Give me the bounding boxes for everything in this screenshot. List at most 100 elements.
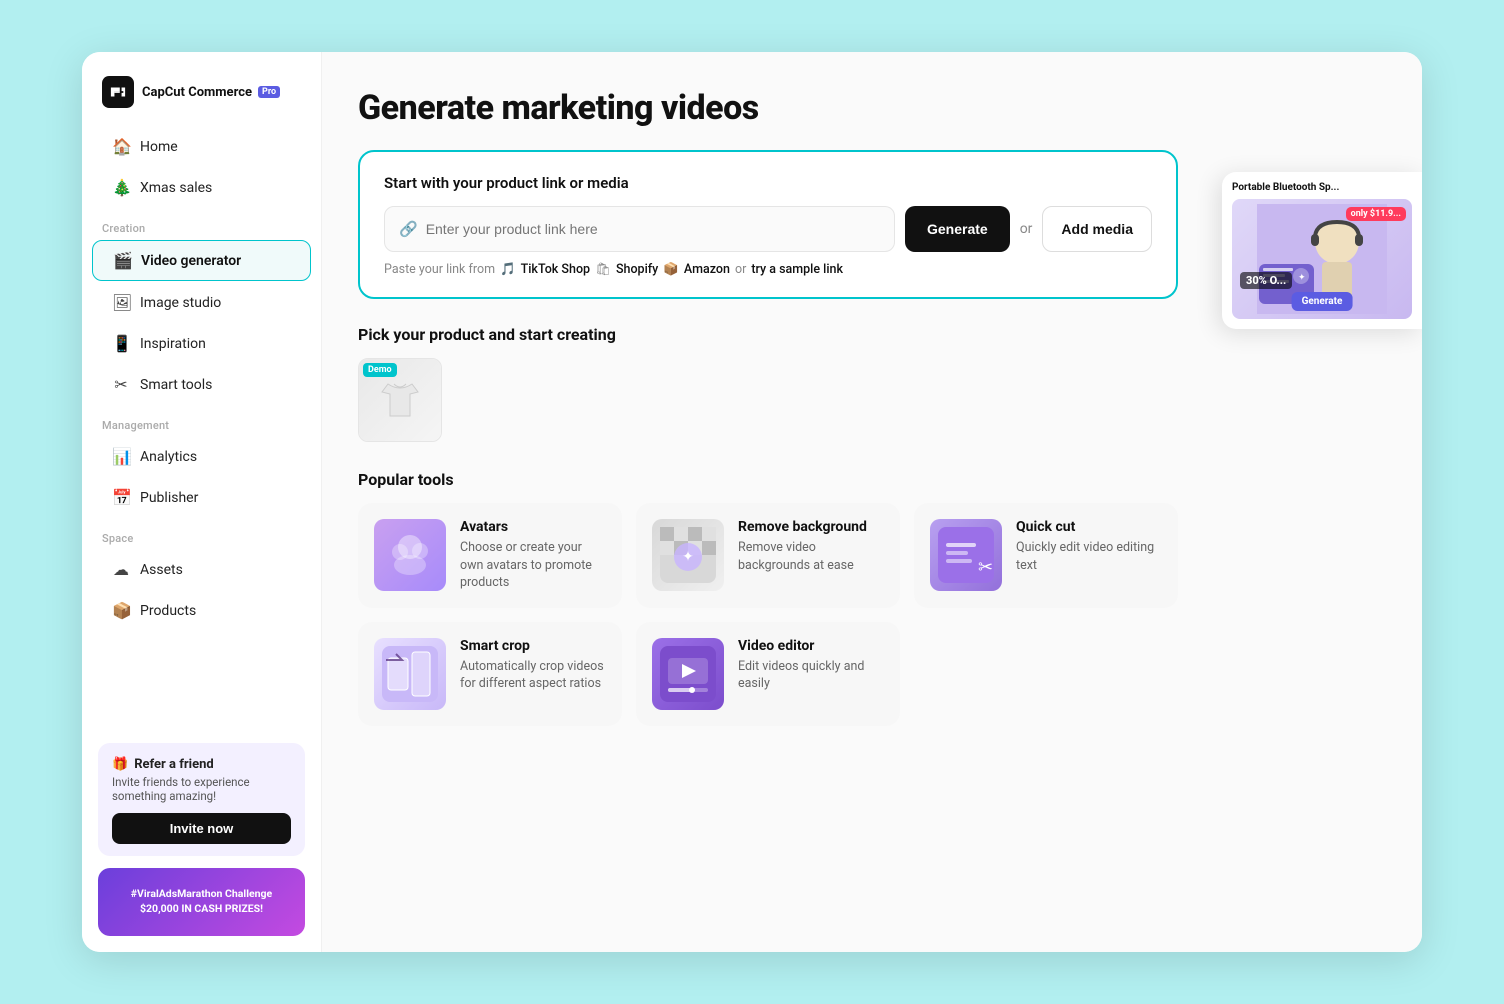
svg-text:✦: ✦ (1298, 273, 1306, 283)
demo-badge: Demo (363, 363, 397, 377)
amazon-icon-small: 📦 (663, 262, 679, 277)
sidebar-item-publisher[interactable]: 📅 Publisher (92, 478, 311, 517)
tiktokshop-link[interactable]: TikTok Shop (521, 262, 590, 277)
analytics-icon: 📊 (112, 447, 130, 466)
video-generator-icon: 🎬 (113, 251, 131, 270)
quickcut-name: Quick cut (1016, 519, 1162, 535)
publisher-icon: 📅 (112, 488, 130, 507)
sidebar-item-home[interactable]: 🏠 Home (92, 127, 311, 166)
sidebar-item-smart-tools[interactable]: ✂ Smart tools (92, 365, 311, 404)
logo-name: CapCut Commerce (142, 85, 252, 100)
removebg-info: Remove background Remove video backgroun… (738, 519, 884, 574)
preview-card: Portable Bluetooth Sp... ✦ only $1 (1222, 172, 1422, 329)
sidebar-item-inspiration-label: Inspiration (140, 336, 206, 352)
refer-icon: 🎁 (112, 757, 128, 772)
invite-now-button[interactable]: Invite now (112, 813, 291, 844)
sidebar-item-image-studio[interactable]: 🖼 Image studio (92, 283, 311, 322)
removebg-desc: Remove video backgrounds at ease (738, 539, 884, 574)
promo-banner[interactable]: #ViralAdsMarathon Challenge $20,000 IN C… (98, 868, 305, 936)
removebg-thumb-svg: ✦ (660, 527, 716, 583)
smart-tools-icon: ✂ (112, 375, 130, 394)
svg-text:✂: ✂ (978, 557, 993, 578)
tool-card-remove-bg[interactable]: ✦ Remove background Remove video backgro… (636, 503, 900, 608)
generate-button[interactable]: Generate (905, 206, 1010, 252)
sidebar-item-xmas-label: Xmas sales (140, 180, 212, 196)
videoeditor-thumb (652, 638, 724, 710)
sidebar: CapCut Commerce Pro 🏠 Home 🎄 Xmas sales … (82, 52, 322, 952)
sidebar-item-smart-tools-label: Smart tools (140, 377, 212, 393)
pro-badge: Pro (258, 86, 280, 98)
removebg-thumb: ✦ (652, 519, 724, 591)
sidebar-item-products-label: Products (140, 603, 196, 619)
preview-product-name: Portable Bluetooth Sp... (1232, 182, 1412, 193)
videoeditor-info: Video editor Edit videos quickly and eas… (738, 638, 884, 693)
add-media-button[interactable]: Add media (1042, 206, 1152, 252)
amazon-link[interactable]: Amazon (684, 262, 730, 277)
sidebar-item-products[interactable]: 📦 Products (92, 591, 311, 630)
quickcut-thumb-svg: ✂ (938, 527, 994, 583)
quickcut-thumb: ✂ (930, 519, 1002, 591)
xmas-icon: 🎄 (112, 178, 130, 197)
input-row: 🔗 Generate or Add media (384, 206, 1152, 252)
capcut-logo-icon (102, 76, 134, 108)
videoeditor-name: Video editor (738, 638, 884, 654)
avatars-name: Avatars (460, 519, 606, 535)
refer-card-title: 🎁 Refer a friend (112, 757, 291, 772)
sidebar-bottom: 🎁 Refer a friend Invite friends to exper… (82, 733, 321, 936)
or-label: or (1020, 221, 1033, 237)
logo-text-block: CapCut Commerce Pro (142, 85, 280, 100)
quickcut-desc: Quickly edit video editing text (1016, 539, 1162, 574)
sidebar-item-xmas-sales[interactable]: 🎄 Xmas sales (92, 168, 311, 207)
tool-card-video-editor[interactable]: Video editor Edit videos quickly and eas… (636, 622, 900, 726)
tool-card-avatars[interactable]: Avatars Choose or create your own avatar… (358, 503, 622, 608)
videoeditor-desc: Edit videos quickly and easily (738, 658, 884, 693)
preview-price-badge: only $11.9... (1346, 207, 1406, 221)
sidebar-item-analytics-label: Analytics (140, 449, 197, 465)
assets-icon: ☁ (112, 560, 130, 579)
product-link-label: Start with your product link or media (384, 174, 1152, 192)
tool-card-quick-cut[interactable]: ✂ Quick cut Quickly edit video editing t… (914, 503, 1178, 608)
avatars-info: Avatars Choose or create your own avatar… (460, 519, 606, 592)
tool-card-smart-crop[interactable]: Smart crop Automatically crop videos for… (358, 622, 622, 726)
shirt-svg (374, 374, 426, 426)
link-input-wrap: 🔗 (384, 206, 895, 252)
popular-tools-header: Popular tools (358, 470, 1386, 489)
page-title: Generate marketing videos (358, 88, 1386, 128)
sidebar-item-publisher-label: Publisher (140, 490, 198, 506)
avatars-thumb (374, 519, 446, 591)
sidebar-item-assets[interactable]: ☁ Assets (92, 550, 311, 589)
smartcrop-thumb (374, 638, 446, 710)
avatars-desc: Choose or create your own avatars to pro… (460, 539, 606, 592)
preview-img: ✦ only $11.9... 30% O... Generate (1232, 199, 1412, 319)
sidebar-item-video-generator-label: Video generator (141, 253, 241, 269)
product-link-input[interactable] (426, 221, 880, 237)
svg-text:✦: ✦ (682, 549, 694, 565)
refer-card: 🎁 Refer a friend Invite friends to exper… (98, 743, 305, 856)
removebg-name: Remove background (738, 519, 884, 535)
paste-hint: Paste your link from 🎵 TikTok Shop 🛍 Sho… (384, 262, 1152, 277)
smartcrop-thumb-svg (382, 646, 438, 702)
product-thumbnail[interactable]: Demo (358, 358, 442, 442)
popular-tools-grid: Avatars Choose or create your own avatar… (358, 503, 1178, 726)
product-link-card: Start with your product link or media 🔗 … (358, 150, 1178, 299)
sidebar-item-home-label: Home (140, 139, 178, 155)
preview-percent: 30% O... (1240, 272, 1292, 289)
videoeditor-thumb-svg (660, 646, 716, 702)
inspiration-icon: 📱 (112, 334, 130, 353)
tiktok-icon-small: 🎵 (500, 262, 516, 277)
logo-area: CapCut Commerce Pro (82, 52, 321, 126)
sidebar-item-analytics[interactable]: 📊 Analytics (92, 437, 311, 476)
promo-text: #ViralAdsMarathon Challenge $20,000 IN C… (125, 881, 278, 922)
sidebar-item-video-generator[interactable]: 🎬 Video generator (92, 240, 311, 281)
refer-card-desc: Invite friends to experience something a… (112, 775, 291, 803)
shopify-link[interactable]: Shopify (616, 262, 658, 277)
smartcrop-desc: Automatically crop videos for different … (460, 658, 606, 693)
shopify-icon-small: 🛍 (595, 262, 611, 277)
sidebar-item-inspiration[interactable]: 📱 Inspiration (92, 324, 311, 363)
try-sample-link[interactable]: try a sample link (751, 262, 843, 277)
sidebar-item-assets-label: Assets (140, 562, 183, 578)
management-section-label: Management (82, 405, 321, 436)
preview-generate-button[interactable]: Generate (1292, 292, 1353, 311)
smartcrop-name: Smart crop (460, 638, 606, 654)
home-icon: 🏠 (112, 137, 130, 156)
